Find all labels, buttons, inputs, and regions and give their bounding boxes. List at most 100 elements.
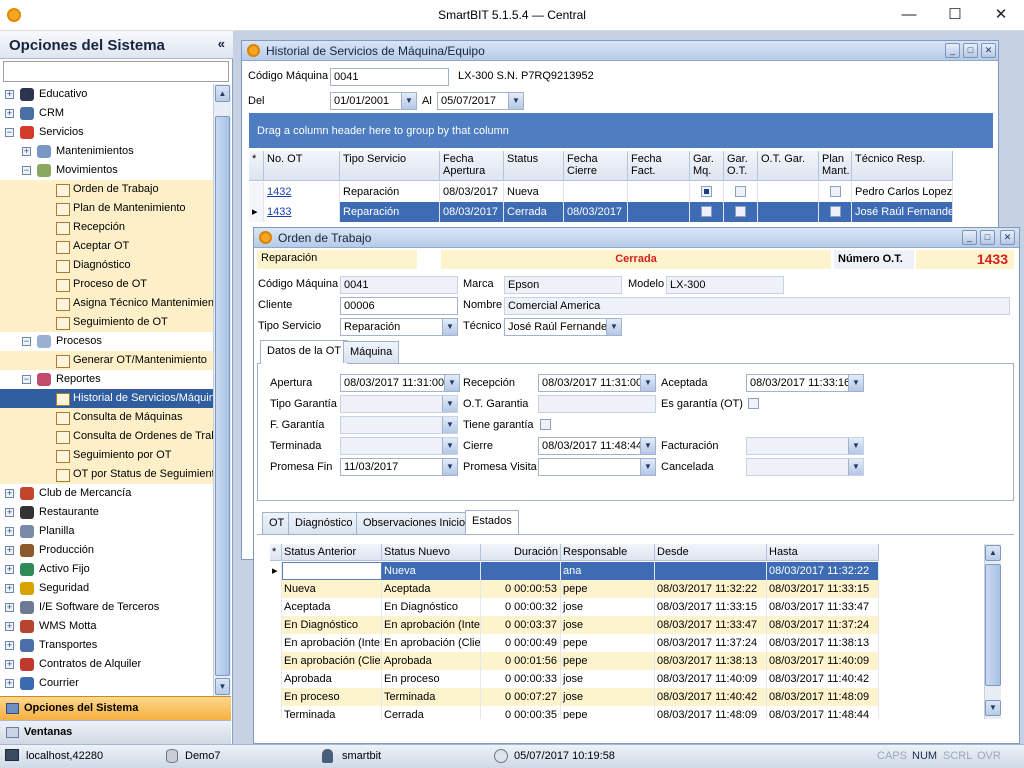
sidebar-item[interactable]: + Transportes bbox=[0, 636, 213, 655]
grid-cell[interactable] bbox=[564, 182, 628, 202]
subtab-estados[interactable]: Estados bbox=[465, 510, 519, 534]
sidebar-item[interactable]: Plan de Mantenimiento bbox=[0, 199, 213, 218]
aceptada-picker[interactable]: 08/03/2017 11:33:16 ▼ bbox=[746, 374, 864, 392]
codigo-maquina-input[interactable]: 0041 bbox=[330, 68, 449, 86]
status-grid-cell[interactable]: 0 00:00:49 bbox=[481, 634, 561, 652]
grid-column-header[interactable]: O.T. Gar. bbox=[758, 151, 819, 181]
status-grid-cell[interactable]: Aceptada bbox=[382, 580, 481, 598]
grid-checkbox[interactable] bbox=[829, 186, 841, 197]
chevron-down-icon[interactable]: ▼ bbox=[401, 93, 416, 109]
promesa-fin-picker[interactable]: 11/03/2017 ▼ bbox=[340, 458, 458, 476]
grid-column-header[interactable]: Tipo Servicio bbox=[340, 151, 440, 181]
sidebar-item[interactable]: − Servicios bbox=[0, 123, 213, 142]
tab-datos-ot[interactable]: Datos de la OT bbox=[260, 340, 348, 364]
promesa-visita-picker[interactable]: ▼ bbox=[538, 458, 656, 476]
es-garantia-checkbox[interactable] bbox=[748, 398, 759, 409]
status-grid-cell[interactable]: En aprobación (Inte bbox=[282, 634, 382, 652]
grid-cell[interactable]: Reparación bbox=[340, 182, 440, 202]
grid-cell[interactable]: 08/03/2017 bbox=[564, 202, 628, 222]
chevron-down-icon[interactable]: ▼ bbox=[848, 375, 863, 391]
scroll-thumb[interactable] bbox=[215, 116, 230, 676]
status-grid-cell[interactable]: 08/03/2017 11:48:09 bbox=[767, 688, 879, 706]
historial-minimize-button[interactable]: _ bbox=[945, 43, 960, 58]
status-grid-cell[interactable]: Aprobada bbox=[382, 652, 481, 670]
sidebar-item[interactable]: + Producción bbox=[0, 541, 213, 560]
status-grid-cell[interactable]: Terminada bbox=[282, 706, 382, 719]
status-grid-cell[interactable]: En proceso bbox=[282, 688, 382, 706]
status-grid-cell[interactable]: 08/03/2017 11:32:22 bbox=[655, 580, 767, 598]
ot-link[interactable]: 1433 bbox=[267, 206, 291, 218]
sidebar-item[interactable]: Consulta de Ordenes de Trab bbox=[0, 427, 213, 446]
expand-icon[interactable]: + bbox=[5, 527, 14, 536]
grid-checkbox[interactable] bbox=[701, 186, 712, 197]
al-date-picker[interactable]: 05/07/2017 ▼ bbox=[437, 92, 524, 110]
sidebar-item[interactable]: + Mantenimientos bbox=[0, 142, 213, 161]
status-grid-cell[interactable]: jose bbox=[561, 616, 655, 634]
status-grid-cell[interactable]: 08/03/2017 11:33:47 bbox=[655, 616, 767, 634]
sidebar-scrollbar[interactable]: ▲ ▼ bbox=[213, 84, 231, 696]
f-garantia-picker[interactable]: ▼ bbox=[340, 416, 458, 434]
collapse-icon[interactable]: − bbox=[22, 375, 31, 384]
status-grid-cell[interactable]: jose bbox=[561, 598, 655, 616]
sidebar-item[interactable]: Diagnóstico bbox=[0, 256, 213, 275]
facturacion-picker[interactable]: ▼ bbox=[746, 437, 864, 455]
chevron-down-icon[interactable]: ▼ bbox=[442, 459, 457, 475]
terminada-picker[interactable]: ▼ bbox=[340, 437, 458, 455]
expand-icon[interactable]: + bbox=[5, 489, 14, 498]
sidebar-item[interactable]: Orden de Trabajo bbox=[0, 180, 213, 199]
status-grid-cell[interactable]: 08/03/2017 11:33:15 bbox=[655, 598, 767, 616]
sidebar-item[interactable]: Generar OT/Mantenimiento bbox=[0, 351, 213, 370]
grid-cell[interactable]: Cerrada bbox=[504, 202, 564, 222]
grid-cell[interactable]: 08/03/2017 bbox=[440, 182, 504, 202]
chevron-down-icon[interactable]: ▼ bbox=[640, 438, 655, 454]
close-button[interactable]: ✕ bbox=[978, 0, 1024, 31]
expand-icon[interactable]: + bbox=[5, 622, 14, 631]
sidebar-item[interactable]: + Restaurante bbox=[0, 503, 213, 522]
status-grid-cell[interactable]: pepe bbox=[561, 706, 655, 719]
grid-checkbox[interactable] bbox=[735, 206, 746, 217]
status-grid-cell[interactable]: ana bbox=[561, 562, 655, 580]
chevron-down-icon[interactable]: ▼ bbox=[848, 459, 863, 475]
status-grid-cell[interactable]: 08/03/2017 11:37:24 bbox=[655, 634, 767, 652]
expand-icon[interactable]: + bbox=[5, 584, 14, 593]
ot-link[interactable]: 1432 bbox=[267, 186, 291, 198]
sidebar-item[interactable]: − Reportes bbox=[0, 370, 213, 389]
status-grid-cell[interactable]: pepe bbox=[561, 652, 655, 670]
expand-icon[interactable]: + bbox=[5, 508, 14, 517]
grid-checkbox-cell[interactable] bbox=[724, 182, 758, 202]
status-grid-scrollbar[interactable]: ▲ ▼ bbox=[984, 544, 1001, 719]
group-by-panel[interactable]: Drag a column header here to group by th… bbox=[249, 113, 993, 148]
grid-cell[interactable] bbox=[628, 202, 690, 222]
grid-column-header[interactable]: Fecha Cierre bbox=[564, 151, 628, 181]
status-grid-cell[interactable]: 0 00:00:33 bbox=[481, 670, 561, 688]
tiene-garantia-checkbox[interactable] bbox=[540, 419, 551, 430]
status-grid-cell[interactable]: pepe bbox=[561, 580, 655, 598]
apertura-picker[interactable]: 08/03/2017 11:31:00 ▼ bbox=[340, 374, 460, 392]
status-column-header[interactable]: Desde bbox=[655, 544, 767, 561]
grid-cell[interactable]: Pedro Carlos Lopez bbox=[852, 182, 953, 202]
cancelada-picker[interactable]: ▼ bbox=[746, 458, 864, 476]
status-grid-cell[interactable]: 08/03/2017 11:48:44 bbox=[767, 706, 879, 719]
status-column-header[interactable]: Duración bbox=[481, 544, 561, 561]
chevron-down-icon[interactable]: ▼ bbox=[444, 375, 459, 391]
subtab-ot[interactable]: OT bbox=[262, 512, 292, 534]
grid-column-header[interactable]: Plan Mant. bbox=[819, 151, 852, 181]
status-grid-cell[interactable]: jose bbox=[561, 670, 655, 688]
status-grid-cell[interactable]: jose bbox=[561, 688, 655, 706]
sidebar-item[interactable]: + Courrier bbox=[0, 674, 213, 693]
historial-maximize-button[interactable]: □ bbox=[963, 43, 978, 58]
grid-column-header[interactable]: No. OT bbox=[264, 151, 340, 181]
chevron-down-icon[interactable]: ▼ bbox=[606, 319, 621, 335]
historial-close-button[interactable]: ✕ bbox=[981, 43, 996, 58]
ot-garantia-field[interactable] bbox=[538, 395, 656, 413]
status-column-header[interactable]: Status Nuevo bbox=[382, 544, 481, 561]
chevron-down-icon[interactable]: ▼ bbox=[442, 396, 457, 412]
expand-icon[interactable]: + bbox=[5, 660, 14, 669]
status-grid-cell[interactable]: 08/03/2017 11:40:09 bbox=[655, 670, 767, 688]
recepcion-picker[interactable]: 08/03/2017 11:31:00 ▼ bbox=[538, 374, 656, 392]
status-grid-cell[interactable]: 0 00:00:53 bbox=[481, 580, 561, 598]
expand-icon[interactable]: + bbox=[5, 565, 14, 574]
collapse-icon[interactable]: − bbox=[5, 128, 14, 137]
sidebar-search-input[interactable] bbox=[3, 61, 229, 82]
grid-checkbox-cell[interactable] bbox=[724, 202, 758, 222]
